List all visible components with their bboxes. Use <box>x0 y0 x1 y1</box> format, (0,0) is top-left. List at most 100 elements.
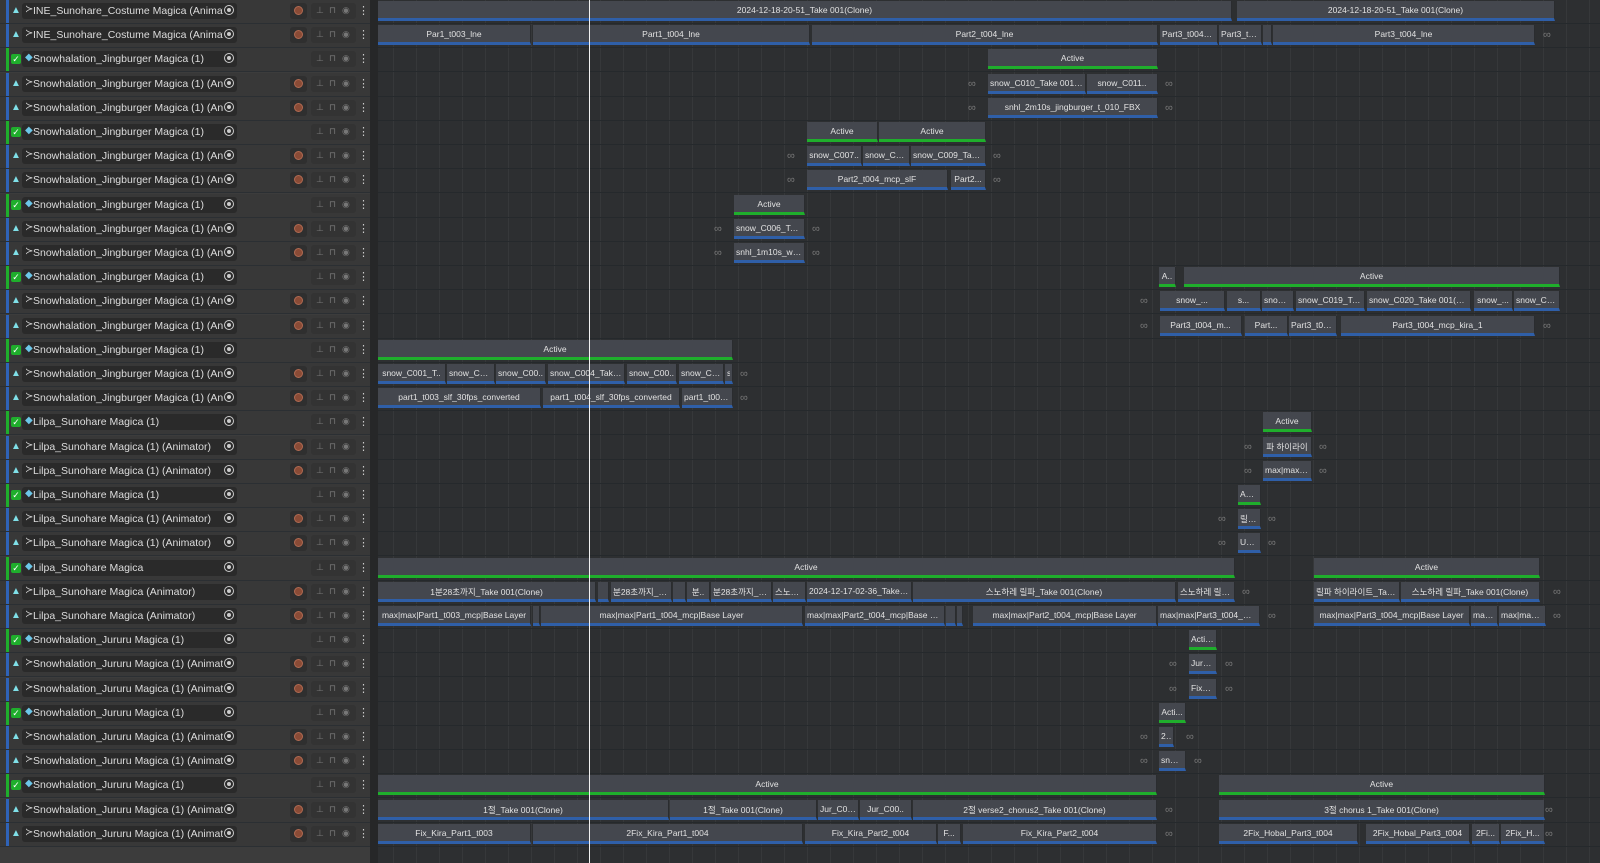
track-binding-field[interactable]: ≻Snowhalation_Jingburger Magica (1) (Ani… <box>22 318 237 334</box>
activation-clip[interactable]: A.. <box>1159 267 1176 287</box>
object-picker-icon[interactable] <box>224 465 234 475</box>
animation-clip[interactable]: snow_C010_Take 001(Cl... <box>988 74 1086 94</box>
eye-icon[interactable]: ◉ <box>342 174 350 185</box>
animation-clip[interactable]: 릴파.. <box>1238 509 1261 529</box>
animation-clip[interactable]: part1_t004_slf... <box>682 388 733 408</box>
animation-clip[interactable]: 2절 verse2_chorus2_Take 001(Clone) <box>913 800 1157 820</box>
track-binding-field[interactable]: ≻ Snowhalation_Jururu Magica (1) (Animato… <box>22 681 237 697</box>
eye-icon[interactable]: ◉ <box>342 53 350 64</box>
lock-icon[interactable]: ⊓ <box>329 537 336 548</box>
track-menu-icon[interactable]: ⋮ <box>358 463 369 479</box>
activation-clip[interactable]: Active <box>1314 558 1540 578</box>
animation-clip[interactable]: part1_t003_slf_30fps_converted <box>378 388 541 408</box>
track-menu-icon[interactable]: ⋮ <box>358 390 369 406</box>
track-header[interactable]: ✓ ◆ Lilpa_Sunohare Magica (1) ⊥ ⊓ ◉ ⋮ <box>0 411 370 435</box>
track-binding-field[interactable]: ◆ Snowhalation_Jingburger Magica (1) <box>22 342 237 358</box>
track-menu-icon[interactable]: ⋮ <box>358 148 369 164</box>
animation-clip[interactable]: Fix_Kira_Part2_t004 <box>963 824 1157 844</box>
lock-icon[interactable]: ⊓ <box>329 416 336 427</box>
animation-clip[interactable]: Fix_K... <box>1189 679 1217 699</box>
eye-icon[interactable]: ◉ <box>342 779 350 790</box>
pin-icon[interactable]: ⊥ <box>316 392 324 403</box>
record-button[interactable] <box>290 535 307 551</box>
activation-clip[interactable]: Active <box>1263 412 1312 432</box>
animation-clip[interactable]: snhl_1m10s_wide... <box>734 243 805 263</box>
object-picker-icon[interactable] <box>224 78 234 88</box>
track-menu-icon[interactable]: ⋮ <box>358 511 369 527</box>
pin-icon[interactable]: ⊥ <box>316 78 324 89</box>
record-button[interactable] <box>290 656 307 672</box>
pin-icon[interactable]: ⊥ <box>316 562 324 573</box>
eye-icon[interactable]: ◉ <box>342 320 350 331</box>
lock-icon[interactable]: ⊓ <box>329 731 336 742</box>
animation-clip[interactable]: snow_C00.. <box>863 146 910 166</box>
animation-clip[interactable]: part1_t004_slf_30fps_converted <box>543 388 680 408</box>
record-button[interactable] <box>290 245 307 261</box>
track-enabled-checkbox[interactable]: ✓ <box>11 563 21 573</box>
track-enabled-checkbox[interactable]: ✓ <box>11 417 21 427</box>
track-binding-field[interactable]: ≻ Lilpa_Sunohare Magica (1) (Animator) <box>22 511 237 527</box>
animation-clip[interactable]: max|max|Part2_t004_mcp|Base Lay... <box>805 606 945 626</box>
animation-clip[interactable]: Part3_t004_m... <box>1160 316 1242 336</box>
track-menu-icon[interactable]: ⋮ <box>358 560 369 576</box>
track-binding-field[interactable]: ≻ Lilpa_Sunohare Magica (1) (Animator) <box>22 463 237 479</box>
eye-icon[interactable]: ◉ <box>342 344 350 355</box>
pin-icon[interactable]: ⊥ <box>316 150 324 161</box>
eye-icon[interactable]: ◉ <box>342 586 350 597</box>
track-header[interactable]: ✓ ◆ Snowhalation_Jururu Magica (1) ⊥ ⊓ ◉ ⋮ <box>0 774 370 798</box>
lock-icon[interactable]: ⊓ <box>329 78 336 89</box>
eye-icon[interactable]: ◉ <box>342 513 350 524</box>
animation-clip[interactable]: 2Fix_H... <box>1501 824 1545 844</box>
track-header[interactable]: ▲ ≻ Snowhalation_Jingburger Magica (1) (An… <box>0 169 370 193</box>
track-binding-field[interactable]: ≻Snowhalation_Jingburger Magica (1) (Ani… <box>22 148 237 164</box>
record-button[interactable] <box>290 681 307 697</box>
eye-icon[interactable]: ◉ <box>342 465 350 476</box>
pin-icon[interactable]: ⊥ <box>316 779 324 790</box>
track-binding-field[interactable]: ◆ Snowhalation_Jururu Magica (1) <box>22 777 237 793</box>
object-picker-icon[interactable] <box>224 53 234 63</box>
animation-clip[interactable]: max|max|Part2_t004_mcp|Base Layer <box>973 606 1157 626</box>
track-header[interactable]: ▲ ≻ Snowhalation_Jururu Magica (1) (Animat… <box>0 678 370 702</box>
track-header[interactable]: ✓ ◆ Snowhalation_Jururu Magica (1) ⊥ ⊓ ◉ ⋮ <box>0 629 370 653</box>
eye-icon[interactable]: ◉ <box>342 5 350 16</box>
track-header[interactable]: ▲ ≻ Snowhalation_Jingburger Magica (1) (An… <box>0 315 370 339</box>
animation-clip[interactable]: snow_C00.. <box>496 364 546 384</box>
pin-icon[interactable]: ⊥ <box>316 295 324 306</box>
eye-icon[interactable]: ◉ <box>342 247 350 258</box>
track-menu-icon[interactable]: ⋮ <box>358 318 369 334</box>
activation-clip[interactable]: Active <box>378 775 1157 795</box>
activation-clip[interactable]: Active <box>807 122 878 142</box>
animation-clip[interactable] <box>598 582 609 602</box>
animation-clip[interactable]: Part3_t004_mcp_kira_1 <box>1341 316 1535 336</box>
object-picker-icon[interactable] <box>224 416 234 426</box>
track-menu-icon[interactable]: ⋮ <box>358 27 369 43</box>
lock-icon[interactable]: ⊓ <box>329 610 336 621</box>
record-button[interactable] <box>290 439 307 455</box>
track-binding-field[interactable]: ◆ Lilpa_Sunohare Magica <box>22 560 237 576</box>
record-button[interactable] <box>290 390 307 406</box>
animation-clip[interactable]: Fix_Kira_Part1_t003 <box>378 824 531 844</box>
track-header[interactable]: ▲ ≻ Lilpa_Sunohare Magica (Animator) ⊥ ⊓ ◉ ⋮ <box>0 605 370 629</box>
animation-clip[interactable]: Par1_t003_lne <box>378 25 531 45</box>
track-header[interactable]: ▲ ≻ Snowhalation_Jururu Magica (1) (Animat… <box>0 750 370 774</box>
pin-icon[interactable]: ⊥ <box>316 707 324 718</box>
track-header[interactable]: ▲ ≻ Lilpa_Sunohare Magica (1) (Animator) ⊥ ⊓… <box>0 460 370 484</box>
animation-clip[interactable]: 2... <box>1159 727 1174 747</box>
track-menu-icon[interactable]: ⋮ <box>358 197 369 213</box>
animation-clip[interactable]: 2Fix_Kira_Part1_t004 <box>533 824 803 844</box>
track-enabled-checkbox[interactable]: ✓ <box>11 127 21 137</box>
track-binding-field[interactable]: ◆ Lilpa_Sunohare Magica (1) <box>22 414 237 430</box>
animation-clip[interactable]: 2024-12-17-02-36_Take 0.. <box>807 582 912 602</box>
animation-clip[interactable]: s.. <box>725 364 733 384</box>
pin-icon[interactable]: ⊥ <box>316 441 324 452</box>
eye-icon[interactable]: ◉ <box>342 537 350 548</box>
pin-icon[interactable]: ⊥ <box>316 199 324 210</box>
animation-clip[interactable]: snow_C007.. <box>807 146 862 166</box>
eye-icon[interactable]: ◉ <box>342 610 350 621</box>
eye-icon[interactable]: ◉ <box>342 441 350 452</box>
object-picker-icon[interactable] <box>224 102 234 112</box>
object-picker-icon[interactable] <box>224 29 234 39</box>
lock-icon[interactable]: ⊓ <box>329 271 336 282</box>
eye-icon[interactable]: ◉ <box>342 658 350 669</box>
eye-icon[interactable]: ◉ <box>342 489 350 500</box>
